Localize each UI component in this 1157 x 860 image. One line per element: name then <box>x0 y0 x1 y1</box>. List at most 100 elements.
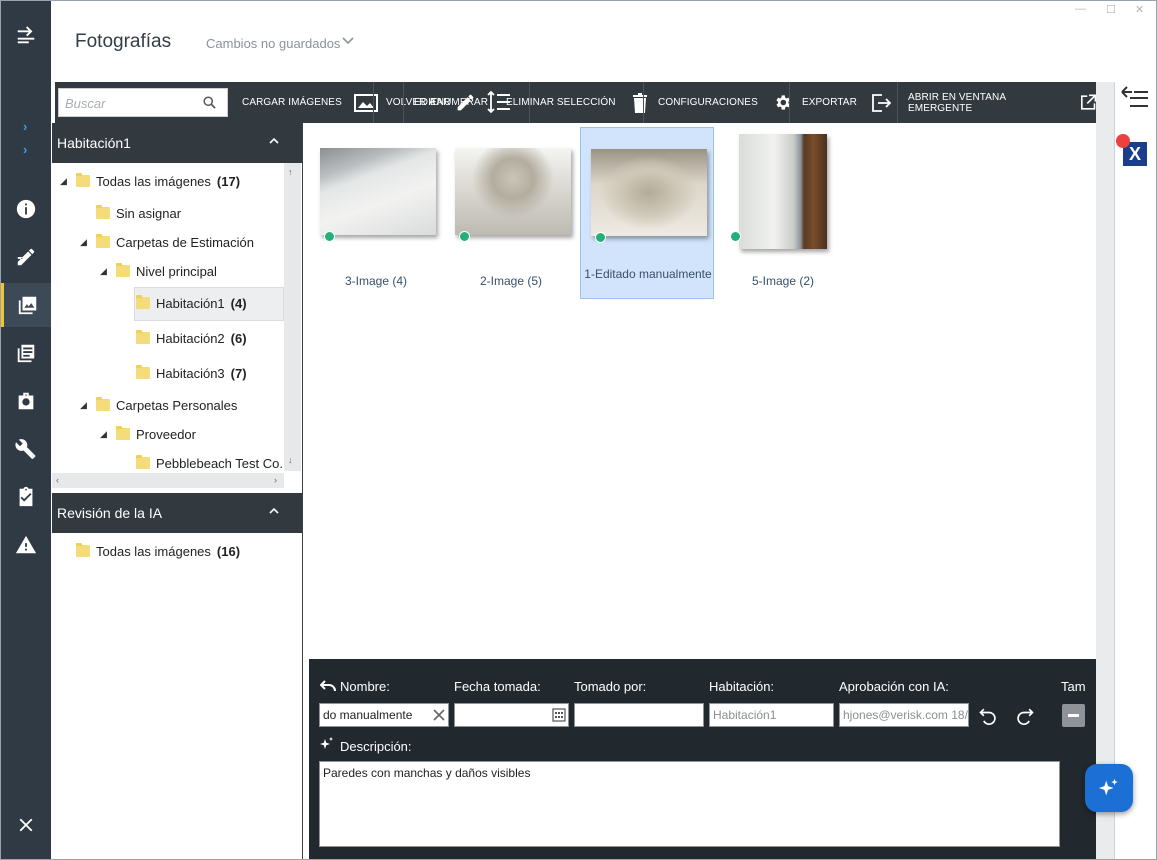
open-popup-button[interactable]: ABRIR EN VENTANA EMERGENTE <box>908 82 1096 123</box>
minimize-icon[interactable]: — <box>1075 3 1086 15</box>
warning-icon[interactable] <box>1 523 51 567</box>
tree-item-room2[interactable]: Habitación2 (6) <box>136 328 247 348</box>
name-field[interactable]: do manualmente <box>319 703 449 727</box>
window-close-icon[interactable]: ✕ <box>1135 3 1144 16</box>
chevron-right-icon[interactable]: › <box>23 142 27 157</box>
export-icon <box>871 93 891 112</box>
tree-item-all-images[interactable]: ◢ Todas las imágenes (17) <box>60 171 240 191</box>
photo-toolbar: CARGAR IMÁGENES VOLVER A ENUMERAR EDITAR… <box>55 82 1096 123</box>
chevron-up-icon[interactable] <box>268 505 280 517</box>
tree-item-personal-folders[interactable]: ◢ Carpetas Personales <box>80 395 237 415</box>
photos-icon[interactable] <box>1 283 51 327</box>
tree-item-main-level[interactable]: ◢ Nivel principal <box>100 261 217 281</box>
edit-button[interactable]: EDITAR <box>414 82 451 123</box>
photo-card[interactable]: 3-Image (4) <box>309 127 443 299</box>
ai-review-section-title: Revisión de la IA <box>57 505 163 521</box>
photo-card[interactable]: 5-Image (2) <box>716 127 850 299</box>
ai-review-section-header[interactable]: Revisión de la IA <box>52 493 302 533</box>
tree-horizontal-scrollbar[interactable]: ‹ › <box>52 473 284 488</box>
chevron-up-icon[interactable] <box>268 135 280 147</box>
photo-caption: 2-Image (5) <box>479 274 543 288</box>
photo-caption: 5-Image (2) <box>751 274 815 288</box>
name-label: Nombre: <box>340 679 390 694</box>
scroll-down-icon[interactable]: ↓ <box>288 455 293 465</box>
description-field[interactable]: Paredes con manchas y daños visibles <box>319 761 1060 847</box>
sketch-icon[interactable] <box>1 235 51 279</box>
room-section-header[interactable]: Habitación1 <box>52 123 302 163</box>
upload-images-label: CARGAR IMÁGENES <box>242 97 342 108</box>
taken-by-label: Tomado por: <box>574 679 647 694</box>
calendar-icon[interactable] <box>552 708 566 722</box>
chevron-down-icon[interactable] <box>341 34 355 48</box>
tree-item-room1[interactable]: Habitación1 (4) <box>136 293 247 313</box>
unsaved-changes-status[interactable]: Cambios no guardados <box>206 36 340 51</box>
search-input[interactable] <box>65 93 195 113</box>
folder-icon <box>76 173 90 187</box>
right-splitter[interactable] <box>1096 82 1114 859</box>
undo-icon[interactable] <box>320 680 336 692</box>
documents-icon[interactable] <box>1 331 51 375</box>
checklist-icon[interactable] <box>1 475 51 519</box>
photo-caption: 3-Image (4) <box>344 274 408 288</box>
image-icon <box>353 93 378 112</box>
photo-thumbnail[interactable] <box>739 134 827 249</box>
expanded-triangle-icon[interactable]: ◢ <box>100 266 110 277</box>
search-icon[interactable] <box>202 95 217 110</box>
export-button[interactable]: EXPORTAR <box>802 82 891 123</box>
scroll-right-icon[interactable]: › <box>274 475 277 485</box>
description-label: Descripción: <box>340 739 412 754</box>
scroll-left-icon[interactable]: ‹ <box>56 475 59 485</box>
photo-card-selected[interactable]: 1-Editado manualmente <box>580 127 714 299</box>
ai-tree-item-all-images[interactable]: Todas las imágenes (16) <box>76 541 240 561</box>
size-label: Tam <box>1061 679 1086 694</box>
info-icon[interactable] <box>1 187 51 231</box>
taken-by-field[interactable] <box>574 703 704 727</box>
folder-icon <box>76 543 90 557</box>
open-popup-label: ABRIR EN VENTANA EMERGENTE <box>908 91 1006 114</box>
tree-item-pebblebeach[interactable]: Pebblebeach Test Co. <box>136 453 283 473</box>
status-dot <box>459 231 470 242</box>
rotate-left-icon[interactable] <box>978 705 998 725</box>
rotate-right-icon[interactable] <box>1015 705 1035 725</box>
tree-item-room3[interactable]: Habitación3 (7) <box>136 363 247 383</box>
expanded-triangle-icon[interactable]: ◢ <box>80 400 90 411</box>
sparkle-icon <box>1098 778 1118 796</box>
delete-selection-button[interactable]: ELIMINAR SELECCIÓN <box>506 82 648 123</box>
folder-icon <box>136 455 150 469</box>
close-icon[interactable] <box>1 803 51 847</box>
photo-thumbnail[interactable] <box>591 149 707 236</box>
expanded-triangle-icon[interactable]: ◢ <box>60 176 70 187</box>
chevron-right-icon[interactable]: › <box>23 119 27 134</box>
upload-images-button[interactable]: CARGAR IMÁGENES <box>242 82 378 123</box>
collapse-panel-icon[interactable] <box>1121 86 1149 110</box>
maximize-icon[interactable]: ☐ <box>1106 3 1116 16</box>
photo-gallery: 3-Image (4) 2-Image (5) 1-Editado manual… <box>303 123 1096 659</box>
photo-thumbnail[interactable] <box>455 148 571 235</box>
photo-card[interactable]: 2-Image (5) <box>444 127 578 299</box>
right-side-panel: X <box>1114 82 1156 859</box>
room-field[interactable]: Habitación1 <box>709 703 834 727</box>
wrench-icon[interactable] <box>1 427 51 471</box>
folder-icon <box>116 426 130 440</box>
settings-button[interactable]: CONFIGURACIONES <box>658 82 792 123</box>
status-dot <box>324 231 335 242</box>
export-label: EXPORTAR <box>802 97 857 108</box>
tree-item-estimate-folders[interactable]: ◢ Carpetas de Estimación <box>80 232 254 252</box>
scroll-up-icon[interactable]: ↑ <box>288 167 293 177</box>
nav-rail: › › <box>1 1 51 859</box>
expanded-triangle-icon[interactable]: ◢ <box>100 429 110 440</box>
pencil-icon[interactable] <box>455 92 476 113</box>
expanded-triangle-icon[interactable]: ◢ <box>80 237 90 248</box>
folder-icon <box>116 263 130 277</box>
photo-thumbnail[interactable] <box>320 148 436 235</box>
notification-badge <box>1116 134 1130 148</box>
size-decrease-button[interactable] <box>1062 704 1085 727</box>
tree-item-unassigned[interactable]: Sin asignar <box>96 203 181 223</box>
clear-icon[interactable] <box>433 709 445 721</box>
work-order-icon[interactable] <box>1 379 51 423</box>
ai-assist-button[interactable] <box>1085 764 1133 812</box>
tree-item-vendor[interactable]: ◢ Proveedor <box>100 424 196 444</box>
tree-vertical-scrollbar[interactable]: ↑ ↓ <box>284 163 301 471</box>
room-section-title: Habitación1 <box>57 135 131 151</box>
expand-rail-icon[interactable] <box>1 13 51 57</box>
